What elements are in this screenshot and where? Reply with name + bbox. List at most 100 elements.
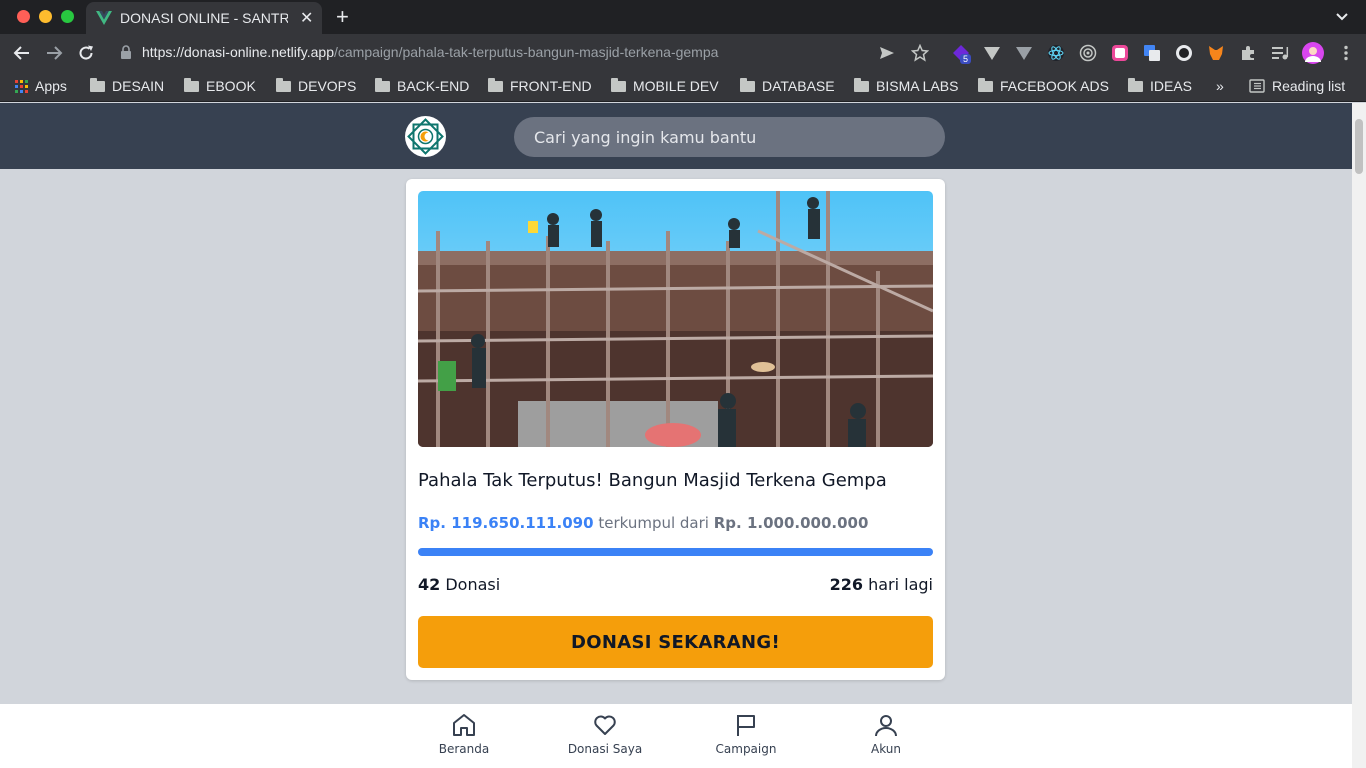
bookmark-star-icon[interactable] (911, 44, 929, 62)
folder-icon (375, 77, 390, 92)
folder-icon (1128, 77, 1143, 92)
nav-item-donasi-saya[interactable]: Donasi Saya (555, 712, 655, 756)
bookmark-label: FRONT-END (510, 78, 592, 94)
vue-devtools-icon[interactable] (983, 44, 1001, 62)
folder-icon (184, 77, 199, 92)
amount-collected: Rp. 119.650.111.090 (418, 514, 594, 532)
bookmark-folder-mobile-dev[interactable]: MOBILE DEV (611, 77, 719, 94)
scrollbar-thumb[interactable] (1355, 119, 1363, 174)
bookmark-label: BACK-END (397, 78, 470, 94)
bookmark-folder-devops[interactable]: DEVOPS (276, 77, 356, 94)
profile-avatar-icon[interactable] (1302, 42, 1324, 64)
reading-list-button[interactable]: Reading list (1249, 78, 1345, 94)
browser-tab-active[interactable]: DONASI ONLINE - SANTRI ✕ (86, 2, 322, 34)
address-bar[interactable]: https://donasi-online.netlify.app/campai… (142, 44, 718, 60)
amount-target: Rp. 1.000.000.000 (713, 514, 869, 532)
nav-label: Campaign (715, 742, 777, 756)
tab-title: DONASI ONLINE - SANTRI (120, 10, 288, 26)
reload-icon[interactable] (76, 43, 96, 63)
donation-count-value: 42 (418, 575, 441, 594)
folder-icon (854, 77, 869, 92)
metamask-fox-icon[interactable] (1207, 44, 1225, 62)
heart-icon (594, 715, 616, 735)
nav-item-campaign[interactable]: Campaign (696, 712, 796, 756)
nav-label: Beranda (438, 742, 490, 756)
bookmark-label: Apps (35, 78, 67, 94)
bookmark-apps[interactable]: Apps (15, 78, 67, 94)
close-window-button[interactable] (17, 10, 30, 23)
forward-arrow-icon[interactable] (44, 43, 64, 63)
site-header (0, 103, 1352, 169)
bookmark-label: IDEAS (1150, 78, 1193, 94)
site-logo[interactable] (405, 116, 446, 157)
funding-progress-fill (418, 548, 933, 556)
collected-text: terkumpul dari (598, 514, 709, 532)
bookmark-label: DESAIN (112, 78, 165, 94)
vue-favicon-icon (96, 11, 112, 25)
search-input[interactable] (514, 117, 945, 157)
bookmarks-bar: Apps DESAIN EBOOK DEVOPS BACK-END FRONT-… (0, 72, 1366, 102)
nav-item-akun[interactable]: Akun (836, 712, 936, 756)
bookmark-folder-back-end[interactable]: BACK-END (375, 77, 470, 94)
more-bookmarks-button[interactable]: » (1216, 78, 1224, 94)
color-picker-icon[interactable] (1111, 44, 1129, 62)
folder-icon (90, 77, 105, 92)
home-icon (453, 714, 475, 736)
tab-close-icon[interactable]: ✕ (300, 8, 313, 28)
campaign-photo (418, 191, 933, 447)
campaign-title: Pahala Tak Terputus! Bangun Masjid Terke… (418, 470, 887, 491)
days-left-value: 226 (829, 575, 863, 594)
url-host: https://donasi-online.netlify.app (142, 44, 334, 60)
bookmark-label: BISMA LABS (876, 78, 959, 94)
nav-item-beranda[interactable]: Beranda (414, 712, 514, 756)
extension-badge-icon[interactable]: 5 (952, 44, 972, 64)
apps-grid-icon (15, 79, 28, 93)
send-icon[interactable] (878, 44, 896, 62)
media-queue-icon[interactable] (1271, 44, 1289, 62)
new-tab-button[interactable]: + (336, 4, 349, 30)
bookmark-folder-desain[interactable]: DESAIN (90, 77, 165, 94)
back-arrow-icon[interactable] (12, 43, 32, 63)
translate-icon[interactable] (1143, 44, 1161, 62)
chevron-down-icon[interactable] (1334, 8, 1350, 24)
bookmark-folder-bisma-labs[interactable]: BISMA LABS (854, 77, 959, 94)
target-icon[interactable] (1079, 44, 1097, 62)
folder-icon (611, 77, 626, 92)
bookmark-folder-facebook-ads[interactable]: FACEBOOK ADS (978, 77, 1109, 94)
days-left-label: hari lagi (868, 575, 933, 594)
page-scrollbar[interactable] (1352, 103, 1366, 768)
vue-devtools-alt-icon[interactable] (1015, 44, 1033, 62)
bookmark-label: EBOOK (206, 78, 256, 94)
extension-badge-count: 5 (960, 54, 972, 64)
puzzle-extensions-icon[interactable] (1239, 44, 1257, 62)
nav-label: Donasi Saya (567, 742, 643, 756)
reading-list-icon (1249, 79, 1265, 93)
bookmark-label: DATABASE (762, 78, 835, 94)
minimize-window-button[interactable] (39, 10, 52, 23)
donation-count-label: Donasi (445, 575, 501, 594)
more-bookmarks-label: » (1216, 78, 1224, 94)
bookmark-label: FACEBOOK ADS (1000, 78, 1109, 94)
page-viewport: Pahala Tak Terputus! Bangun Masjid Terke… (0, 103, 1352, 768)
bookmark-folder-ideas[interactable]: IDEAS (1128, 77, 1193, 94)
reading-list-label: Reading list (1272, 78, 1346, 94)
folder-icon (740, 77, 755, 92)
kebab-menu-icon[interactable] (1337, 44, 1355, 62)
folder-icon (978, 77, 993, 92)
funding-summary: Rp. 119.650.111.090 terkumpul dari Rp. 1… (418, 514, 868, 532)
funding-progress-bar (418, 548, 933, 556)
days-left: 226 hari lagi (830, 575, 933, 594)
nav-label: Akun (871, 742, 901, 756)
browser-toolbar: https://donasi-online.netlify.app/campai… (0, 34, 1366, 72)
react-devtools-icon[interactable] (1047, 44, 1065, 62)
bookmark-folder-front-end[interactable]: FRONT-END (488, 77, 592, 94)
lock-icon[interactable] (120, 45, 132, 59)
donation-count: 42 Donasi (418, 575, 500, 594)
folder-icon (488, 77, 503, 92)
bookmark-folder-database[interactable]: DATABASE (740, 77, 835, 94)
campaign-card: Pahala Tak Terputus! Bangun Masjid Terke… (406, 179, 945, 680)
bookmark-folder-ebook[interactable]: EBOOK (184, 77, 256, 94)
donate-now-button[interactable]: DONASI SEKARANG! (418, 616, 933, 668)
maximize-window-button[interactable] (61, 10, 74, 23)
json-viewer-icon[interactable] (1175, 44, 1193, 62)
